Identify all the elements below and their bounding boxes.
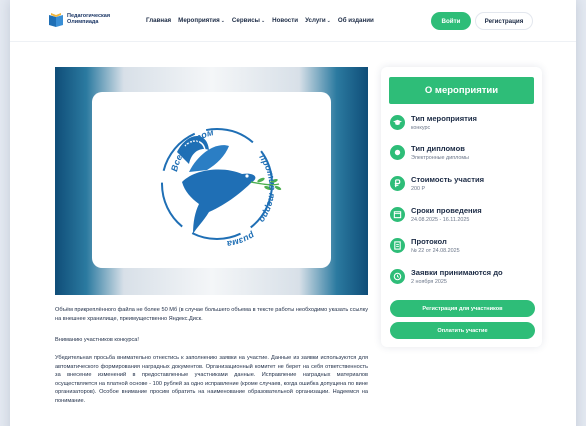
info-value: 2 ноября 2025 bbox=[411, 279, 447, 285]
application-note: Убедительная просьба внимательно отнести… bbox=[55, 355, 368, 404]
chevron-down-icon: ⌄ bbox=[326, 17, 331, 24]
nav-home[interactable]: Главная bbox=[146, 17, 171, 24]
site-header: Педагогическая Олимпиада Главная Меропри… bbox=[10, 0, 576, 42]
olive-leaf bbox=[257, 177, 265, 183]
nav-events[interactable]: Мероприятия ⌄ bbox=[178, 17, 225, 24]
nav-services[interactable]: Сервисы ⌄ bbox=[232, 17, 265, 24]
peace-dove-logo: Всем миром против терро ризма bbox=[161, 127, 282, 249]
info-value: № 22 от 24.08.2025 bbox=[411, 248, 460, 254]
info-deadline: Заявки принимаются до 2 ноября 2025 bbox=[390, 268, 535, 294]
event-info-title: О мероприятии bbox=[389, 77, 534, 104]
info-value: конкурс bbox=[411, 125, 431, 131]
info-value: 24.08.2025 - 16.11.2025 bbox=[411, 217, 470, 223]
info-title: Тип дипломов bbox=[411, 144, 465, 153]
info-value: 200 Р bbox=[411, 186, 426, 192]
main-nav: Главная Мероприятия ⌄ Сервисы ⌄ Новости Ус… bbox=[146, 17, 381, 24]
nav-label: Главная bbox=[146, 17, 172, 24]
nav-label: Об издании bbox=[337, 17, 374, 24]
info-cost: Стоимость участия 200 Р bbox=[390, 175, 535, 201]
logo-text-line2: Олимпиада bbox=[67, 19, 99, 25]
chevron-down-icon: ⌄ bbox=[260, 17, 266, 24]
event-info-card: О мероприятии Тип мероприятия конкурс Ти… bbox=[381, 67, 542, 347]
info-protocol: Протокол № 22 от 24.08.2025 bbox=[390, 237, 535, 263]
calendar-icon bbox=[390, 207, 405, 222]
info-dates: Сроки проведения 24.08.2025 - 16.11.2025 bbox=[390, 206, 535, 232]
dove-eye bbox=[245, 174, 249, 178]
diploma-icon bbox=[390, 145, 405, 160]
document-icon bbox=[390, 238, 405, 253]
info-title: Стоимость участия bbox=[411, 175, 485, 184]
banner-card: Всем миром против терро ризма bbox=[92, 92, 331, 268]
login-button[interactable]: Войти bbox=[431, 12, 471, 30]
attention-heading: Вниманию участников конкурса! bbox=[55, 337, 139, 343]
info-title: Сроки проведения bbox=[411, 206, 482, 215]
info-event-type: Тип мероприятия конкурс bbox=[390, 114, 535, 140]
nav-label: Услуги bbox=[305, 17, 326, 24]
logo-text[interactable]: Педагогическая Олимпиада bbox=[67, 13, 117, 25]
nav-label: Мероприятия bbox=[178, 17, 220, 24]
info-diploma-type: Тип дипломов Электронные дипломы bbox=[390, 144, 535, 170]
emblem-text-bottom: ризма bbox=[226, 230, 257, 249]
graduation-cap-icon bbox=[390, 115, 405, 130]
dove-body bbox=[182, 169, 256, 234]
nav-label: Новости bbox=[272, 17, 299, 24]
nav-news[interactable]: Новости bbox=[272, 17, 298, 24]
nav-offers[interactable]: Услуги ⌄ bbox=[305, 17, 331, 24]
file-size-note: Объём прикреплённого файла не более 50 М… bbox=[55, 307, 368, 322]
book-logo-icon[interactable] bbox=[48, 12, 64, 28]
nav-label: Сервисы bbox=[231, 17, 260, 24]
info-title: Протокол bbox=[411, 237, 447, 246]
info-title: Заявки принимаются до bbox=[411, 268, 503, 277]
register-button[interactable]: Регистрация bbox=[475, 12, 533, 30]
register-participants-button[interactable]: Регистрация для участников bbox=[390, 300, 535, 317]
nav-about[interactable]: Об издании bbox=[338, 17, 374, 24]
event-banner: Всем миром против терро ризма bbox=[55, 67, 368, 295]
chevron-down-icon: ⌄ bbox=[220, 17, 225, 24]
clock-icon bbox=[390, 269, 405, 284]
page-frame: Педагогическая Олимпиада Главная Меропри… bbox=[10, 0, 576, 426]
info-value: Электронные дипломы bbox=[411, 155, 469, 161]
info-title: Тип мероприятия bbox=[411, 114, 477, 123]
pay-participation-button[interactable]: Оплатить участие bbox=[390, 322, 535, 339]
ruble-icon bbox=[390, 176, 405, 191]
